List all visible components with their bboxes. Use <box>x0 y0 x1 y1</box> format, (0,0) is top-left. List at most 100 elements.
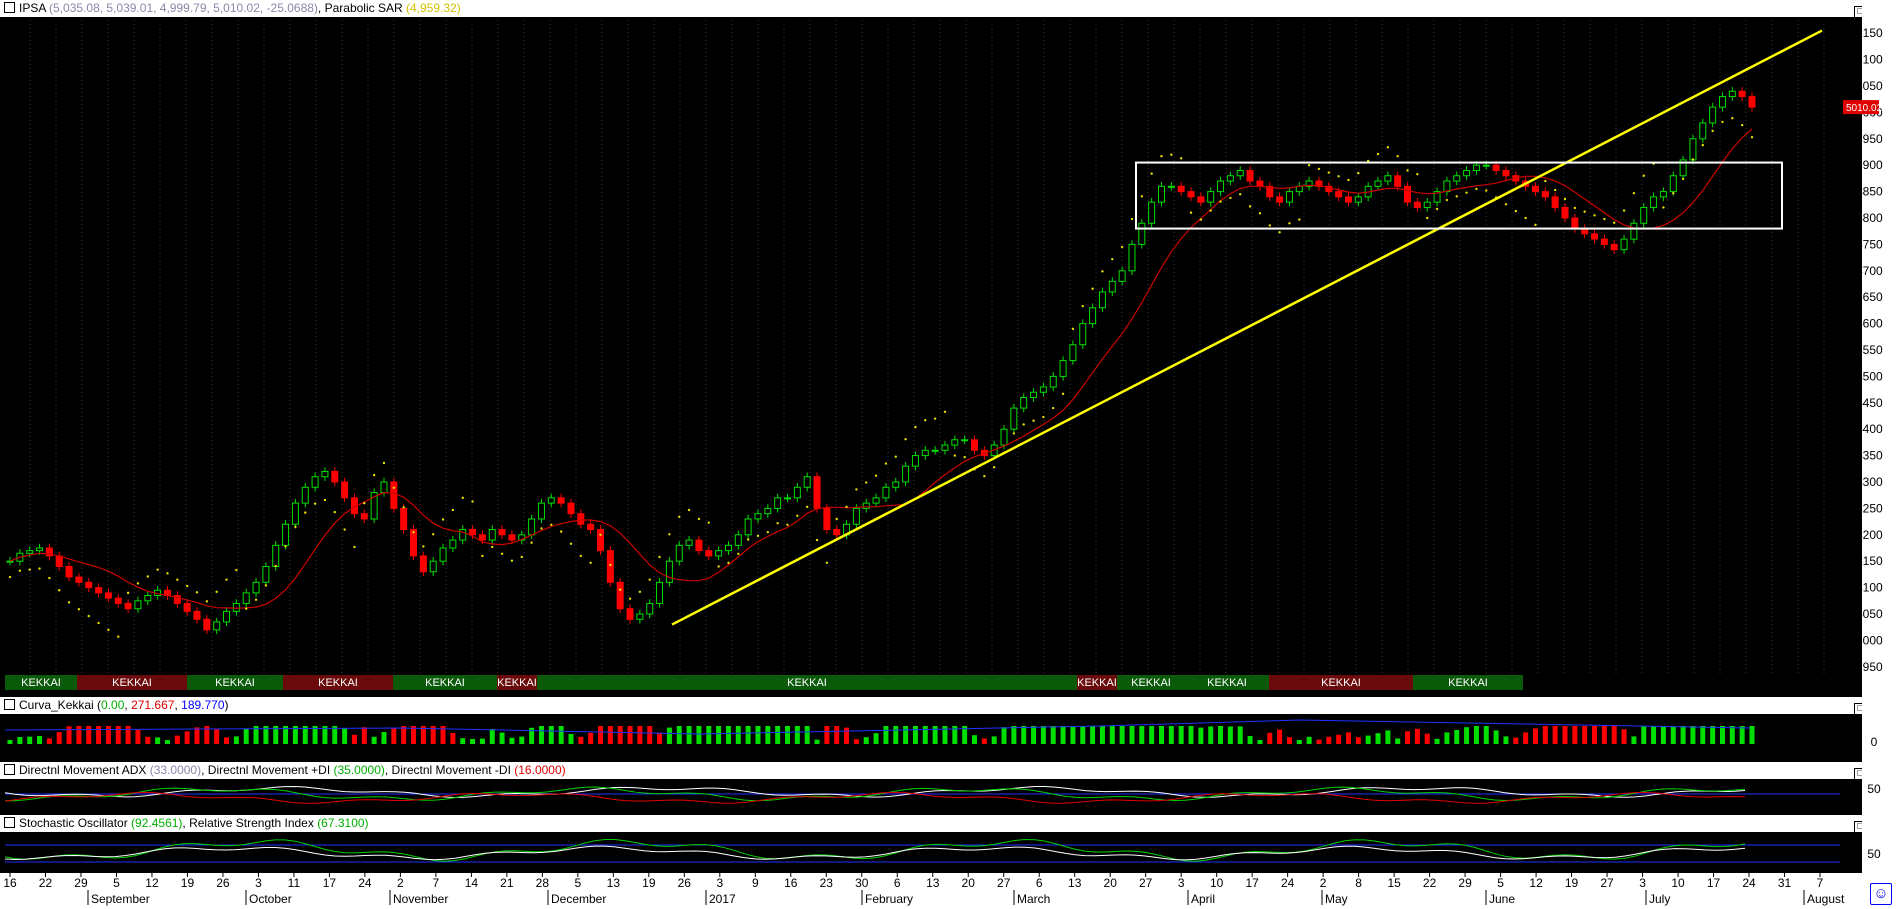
candle-body <box>1236 169 1244 177</box>
candle-body <box>1344 196 1352 203</box>
sar-dot <box>1042 415 1045 419</box>
histogram-bar <box>1336 734 1342 744</box>
sar-dot <box>717 565 720 568</box>
histogram-bar <box>1444 732 1450 744</box>
sar-dot <box>933 417 937 420</box>
candle-body <box>754 513 762 520</box>
sar-dot <box>1711 129 1714 133</box>
x-tick-label: 23 <box>820 876 834 890</box>
candle <box>1108 277 1116 297</box>
sar-dot <box>1613 221 1616 224</box>
x-tick-label: 6 <box>1036 876 1043 890</box>
x-tick-label: 12 <box>1529 876 1543 890</box>
histogram-bar <box>1670 726 1676 744</box>
sar-dot <box>1583 210 1586 213</box>
candle-body <box>1738 90 1746 98</box>
candle-body <box>606 550 614 583</box>
candle <box>1413 197 1421 212</box>
sar-dot <box>1170 153 1173 156</box>
candle-body <box>1089 307 1097 325</box>
candle <box>1128 240 1136 276</box>
sar-dot <box>1485 189 1488 192</box>
y-tick-label: 4400 <box>1856 422 1883 436</box>
candle-body <box>675 544 683 562</box>
candle-body <box>646 602 654 615</box>
candle <box>567 498 575 518</box>
sar-dot <box>1534 223 1537 227</box>
sar-dot <box>77 608 81 611</box>
histogram-bar <box>1739 726 1745 744</box>
y-tick-label: 4500 <box>1856 369 1883 383</box>
histogram-bar <box>932 726 938 744</box>
candle <box>1738 87 1746 101</box>
histogram-bar <box>1621 729 1627 744</box>
candle <box>291 498 299 529</box>
candle-body <box>1000 428 1008 446</box>
candle <box>1423 197 1431 212</box>
candle <box>173 591 181 608</box>
sar-dot <box>304 511 307 514</box>
sar-dot <box>1337 175 1340 178</box>
histogram-bar <box>755 726 761 744</box>
candle-body <box>1256 180 1264 187</box>
grid-lines <box>29 20 1825 675</box>
histogram-bar <box>135 729 141 744</box>
candle <box>734 530 742 550</box>
candle <box>1157 182 1165 207</box>
candle-body <box>911 455 919 467</box>
candle-body <box>695 539 703 552</box>
candle <box>163 586 171 600</box>
histogram-bar <box>1483 726 1489 744</box>
candle <box>1620 234 1628 254</box>
candle <box>675 541 683 566</box>
month-label: April <box>1191 892 1215 906</box>
candle <box>646 599 654 619</box>
sar-dot <box>1052 406 1055 410</box>
sar-dot <box>874 474 878 477</box>
candle <box>882 483 890 503</box>
histogram-bar <box>1710 726 1716 744</box>
sar-dot <box>441 518 445 521</box>
candle <box>1640 203 1648 228</box>
candle <box>400 504 408 534</box>
y-tick-label: 4150 <box>1856 554 1883 568</box>
candle <box>1226 171 1234 186</box>
chart-canvas[interactable]: 3950400040504100415042004250430043504400… <box>0 0 1900 909</box>
histogram-bar <box>1611 726 1617 744</box>
sar-dot <box>1514 209 1517 213</box>
candle-body <box>1276 196 1284 203</box>
histogram-bar <box>1690 726 1696 744</box>
candle-body <box>774 497 782 509</box>
histogram-bar <box>971 735 977 744</box>
candle-body <box>65 565 73 578</box>
candle-body <box>1354 196 1362 203</box>
candle-body <box>242 592 250 604</box>
candle-body <box>1039 386 1047 393</box>
sar-dot <box>599 533 602 536</box>
sar-dot <box>1750 136 1754 139</box>
sar-dot <box>1189 211 1193 214</box>
candle-body <box>537 502 545 520</box>
candle <box>1039 382 1047 397</box>
sar-dot <box>1179 157 1183 160</box>
adx-line <box>4 785 1746 799</box>
sar-dot <box>855 488 858 491</box>
sar-dot <box>1740 123 1744 127</box>
candle <box>1679 155 1687 180</box>
histogram-bar <box>214 729 220 744</box>
histogram-bar <box>617 726 623 744</box>
candle <box>970 435 978 455</box>
sar-dot <box>550 523 553 526</box>
candle <box>774 493 782 513</box>
kekkai-label: KEKKAI <box>1131 677 1171 689</box>
candle-body <box>597 529 605 552</box>
sar-dot <box>914 425 917 429</box>
candle-body <box>724 544 732 552</box>
sar-dot <box>628 597 632 600</box>
histogram-bar <box>785 726 791 744</box>
x-tick-label: 21 <box>500 876 514 890</box>
candle <box>1709 102 1717 128</box>
histogram-bar <box>96 726 102 744</box>
sar-dot <box>1071 327 1075 331</box>
candle-body <box>1128 243 1136 272</box>
